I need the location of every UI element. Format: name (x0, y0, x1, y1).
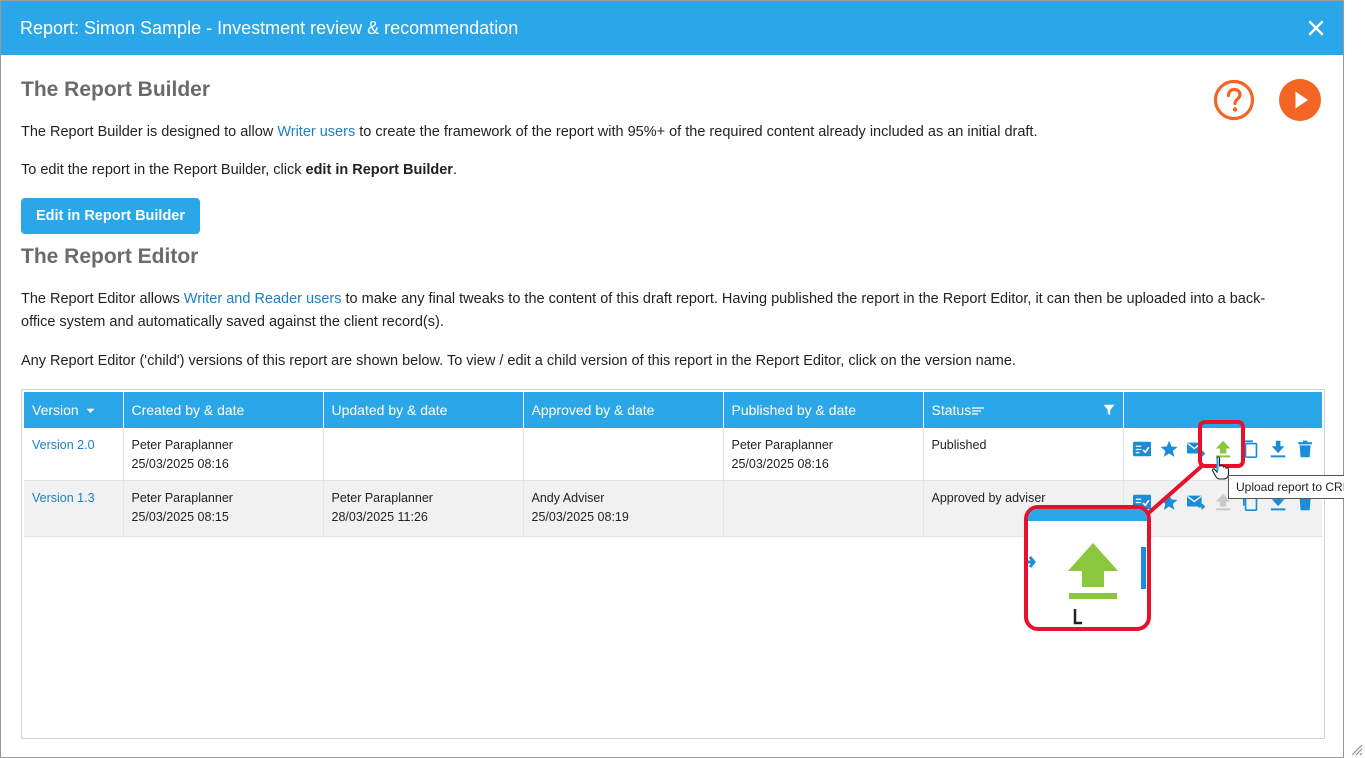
created-by: Peter Paraplanner (131, 490, 233, 505)
published-by: Peter Paraplanner (731, 438, 833, 452)
edit-instruction-bold: edit in Report Builder (305, 162, 453, 178)
zoom-cursor-tip (1073, 609, 1082, 625)
editor-heading: The Report Editor (21, 245, 199, 268)
upload-icon-zoom-callout (1024, 505, 1151, 631)
column-header-updated[interactable]: Updated by & date (323, 392, 524, 428)
help-icon[interactable] (1213, 79, 1255, 121)
sort-lines-icon (972, 407, 985, 415)
trash-icon[interactable] (1296, 439, 1314, 459)
editor-versions-note: Any Report Editor ('child') versions of … (21, 353, 1016, 369)
created-cell: Peter Paraplanner 25/03/2025 08:15 (123, 479, 324, 537)
zoom-email-edge-icon (1028, 556, 1036, 568)
editor-intro: The Report Editor allows Writer and Read… (21, 288, 1321, 334)
updated-by: Peter Paraplanner (331, 490, 433, 505)
version-cell: Version 2.0 (24, 428, 124, 480)
zoom-upload-icon (1068, 543, 1118, 599)
updated-cell: Peter Paraplanner 28/03/2025 11:26 (323, 479, 524, 537)
created-cell: Peter Paraplanner 25/03/2025 08:16 (123, 428, 324, 480)
editor-intro-text: The Report Editor allows (21, 291, 184, 307)
updated-cell (323, 428, 524, 480)
editor-intro-line2: office system and automatically saved ag… (21, 314, 444, 330)
zoom-header-strip (1028, 509, 1147, 521)
edit-in-report-builder-button[interactable]: Edit in Report Builder (21, 198, 200, 234)
column-header-label: Status (931, 402, 972, 418)
created-date: 25/03/2025 08:16 (131, 457, 229, 471)
updated-date: 28/03/2025 11:26 (331, 509, 428, 524)
approved-by: Andy Adviser (531, 490, 605, 505)
status-cell: Published (923, 428, 1124, 480)
builder-heading: The Report Builder (21, 78, 211, 101)
table-row: Version 2.0 Peter Paraplanner 25/03/2025 … (24, 428, 1322, 480)
dialog-titlebar: Report: Simon Sample - Investment review… (1, 1, 1343, 55)
column-header-published[interactable]: Published by & date (723, 392, 924, 428)
version-link[interactable]: Version 2.0 (32, 438, 95, 452)
table-header-row: Version Created by & date Updated by & d… (24, 392, 1322, 428)
page-scroll-area (1344, 0, 1365, 758)
upload-tooltip: Upload report to CRM (1228, 475, 1360, 499)
edit-instruction-end: . (452, 162, 457, 178)
published-date: 25/03/2025 08:16 (731, 457, 829, 471)
version-cell: Version 1.3 (24, 479, 124, 537)
approved-date: 25/03/2025 08:19 (531, 509, 629, 524)
writer-reader-users-link[interactable]: Writer and Reader users (184, 291, 342, 307)
builder-edit-instruction: To edit the report in the Report Builder… (21, 159, 457, 182)
builder-intro-text-end: to create the framework of the report wi… (355, 124, 1038, 140)
version-link[interactable]: Version 1.3 (32, 491, 95, 505)
star-icon[interactable] (1160, 439, 1178, 459)
download-icon[interactable] (1269, 439, 1287, 459)
report-dialog: Report: Simon Sample - Investment review… (0, 0, 1344, 758)
hand-cursor-icon (1211, 456, 1230, 480)
play-icon[interactable] (1279, 79, 1321, 121)
column-header-status[interactable]: Status (923, 392, 1124, 428)
filter-icon[interactable] (1103, 404, 1115, 416)
writer-users-link[interactable]: Writer users (277, 124, 355, 140)
published-cell: Peter Paraplanner 25/03/2025 08:16 (723, 428, 924, 480)
resize-grip-icon[interactable] (1349, 742, 1363, 756)
created-date: 25/03/2025 08:15 (131, 509, 229, 524)
email-forward-icon[interactable] (1186, 492, 1206, 512)
editor-intro-text-end: to make any final tweaks to the content … (341, 291, 1266, 307)
dialog-title: Report: Simon Sample - Investment review… (20, 18, 519, 38)
approved-cell (523, 428, 724, 480)
column-header-approved[interactable]: Approved by & date (523, 392, 724, 428)
sort-down-icon (86, 409, 95, 414)
builder-intro-text: The Report Builder is designed to allow (21, 124, 278, 140)
column-header-version[interactable]: Version (24, 392, 124, 428)
created-by: Peter Paraplanner (131, 438, 233, 452)
column-header-label: Version (32, 402, 79, 418)
column-header-created[interactable]: Created by & date (123, 392, 324, 428)
zoom-copy-edge (1141, 547, 1146, 589)
checklist-icon[interactable] (1132, 439, 1151, 459)
builder-intro: The Report Builder is designed to allow … (21, 121, 1038, 144)
star-icon[interactable] (1160, 492, 1178, 512)
published-cell (723, 479, 924, 537)
close-icon[interactable] (1307, 19, 1325, 37)
edit-instruction-text: To edit the report in the Report Builder… (21, 162, 306, 178)
approved-cell: Andy Adviser 25/03/2025 08:19 (523, 479, 724, 537)
